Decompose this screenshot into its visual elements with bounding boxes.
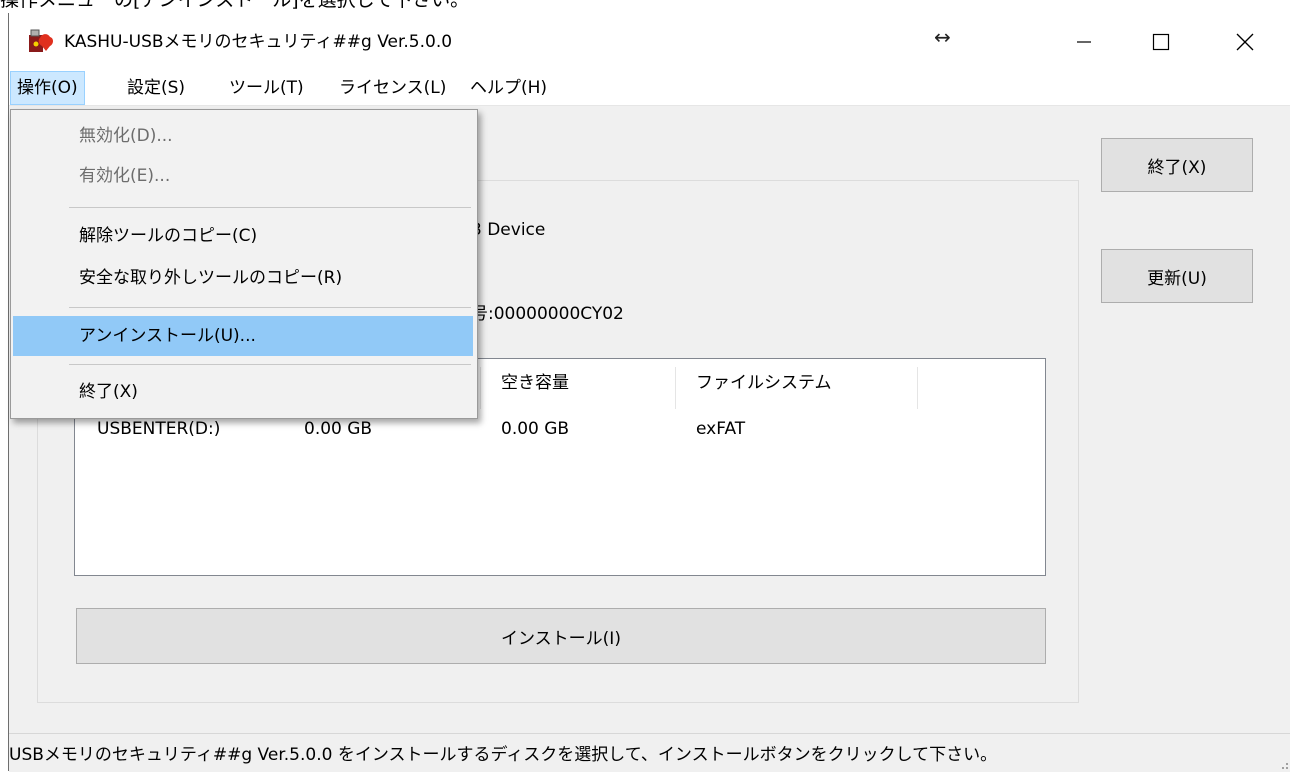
close-icon [1236,33,1254,51]
menu-bar: 操作(O) 設定(S) ツール(T) ライセンス(L) ヘルプ(H) [9,71,1290,106]
minimize-icon [1077,41,1091,43]
column-separator [480,367,481,409]
cell-drive: USBENTER(D:) [97,419,221,439]
maximize-icon [1152,33,1170,51]
exit-button[interactable]: 終了(X) [1101,138,1253,192]
minimize-button[interactable] [1054,13,1114,71]
menu-item-disable[interactable]: 無効化(D)... [13,116,473,156]
menu-item-enable[interactable]: 有効化(E)... [13,156,473,196]
column-separator [917,367,918,409]
status-bar: USBメモリのセキュリティ##g Ver.5.0.0 をインストールするディスク… [9,733,1290,772]
app-logo-icon [29,29,53,52]
resize-grip-icon[interactable] [1279,760,1289,770]
status-text: USBメモリのセキュリティ##g Ver.5.0.0 をインストールするディスク… [9,745,998,765]
menu-item-uninstall[interactable]: アンインストール(U)... [13,316,473,356]
maximize-button[interactable] [1131,13,1191,71]
cell-filesystem: exFAT [696,419,746,439]
close-button[interactable] [1215,13,1275,71]
cell-free: 0.00 GB [501,419,570,439]
menu-separator [69,207,471,208]
menu-item-copy-unlock-tool[interactable]: 解除ツールのコピー(C) [13,216,473,256]
menu-settings[interactable]: 設定(S) [121,71,191,105]
operation-dropdown-menu: 無効化(D)... 有効化(E)... 解除ツールのコピー(C) 安全な取り外し… [10,109,478,419]
menu-separator [69,364,471,365]
title-bar[interactable]: KASHU-USBメモリのセキュリティ##g Ver.5.0.0 ↔ [9,13,1290,71]
window-title: KASHU-USBメモリのセキュリティ##g Ver.5.0.0 [64,32,453,52]
menu-help[interactable]: ヘルプ(H) [464,71,553,105]
instruction-caption: 操作メニューの[アンインストール]を選択して下さい。 [0,0,470,11]
column-header-filesystem[interactable]: ファイルシステム [696,371,832,395]
menu-license[interactable]: ライセンス(L) [333,71,452,105]
refresh-button[interactable]: 更新(U) [1101,249,1253,303]
install-button[interactable]: インストール(I) [76,608,1046,664]
serial-number-text: 号:00000000CY02 [471,304,624,324]
menu-item-exit[interactable]: 終了(X) [13,372,473,412]
menu-operation[interactable]: 操作(O) [10,71,85,105]
menu-separator [69,307,471,308]
menu-tools[interactable]: ツール(T) [223,71,310,105]
column-header-free[interactable]: 空き容量 [501,371,569,395]
resize-arrows-icon: ↔ [934,25,951,49]
menu-item-copy-safe-removal-tool[interactable]: 安全な取り外しツールのコピー(R) [13,258,473,298]
cell-capacity: 0.00 GB [304,419,373,439]
column-separator [675,367,676,409]
device-name-text: 3 Device [471,220,546,240]
